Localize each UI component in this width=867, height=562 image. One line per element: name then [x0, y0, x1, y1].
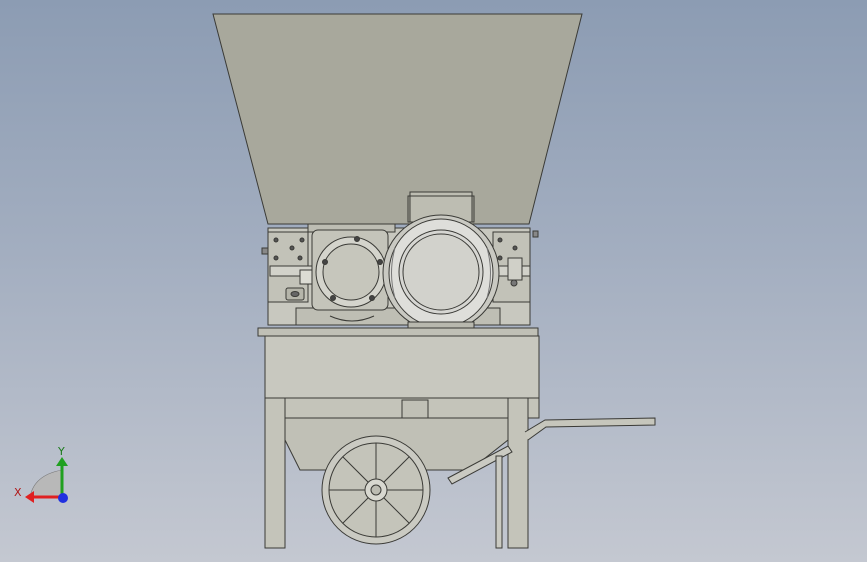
feed-hopper	[212, 13, 583, 225]
y-axis-label: Y	[57, 445, 65, 458]
cart-wheel	[321, 435, 431, 545]
x-axis-label: X	[14, 486, 22, 499]
triad-plane	[29, 469, 63, 498]
y-arrowhead	[56, 457, 68, 466]
roller-bearing-housing	[311, 229, 389, 322]
x-arrowhead	[25, 491, 34, 503]
axis-triad: Y X	[14, 445, 68, 503]
crusher-assembly	[212, 13, 656, 549]
cad-viewport[interactable]: Y X	[0, 0, 867, 562]
z-axis-dot	[58, 493, 68, 503]
